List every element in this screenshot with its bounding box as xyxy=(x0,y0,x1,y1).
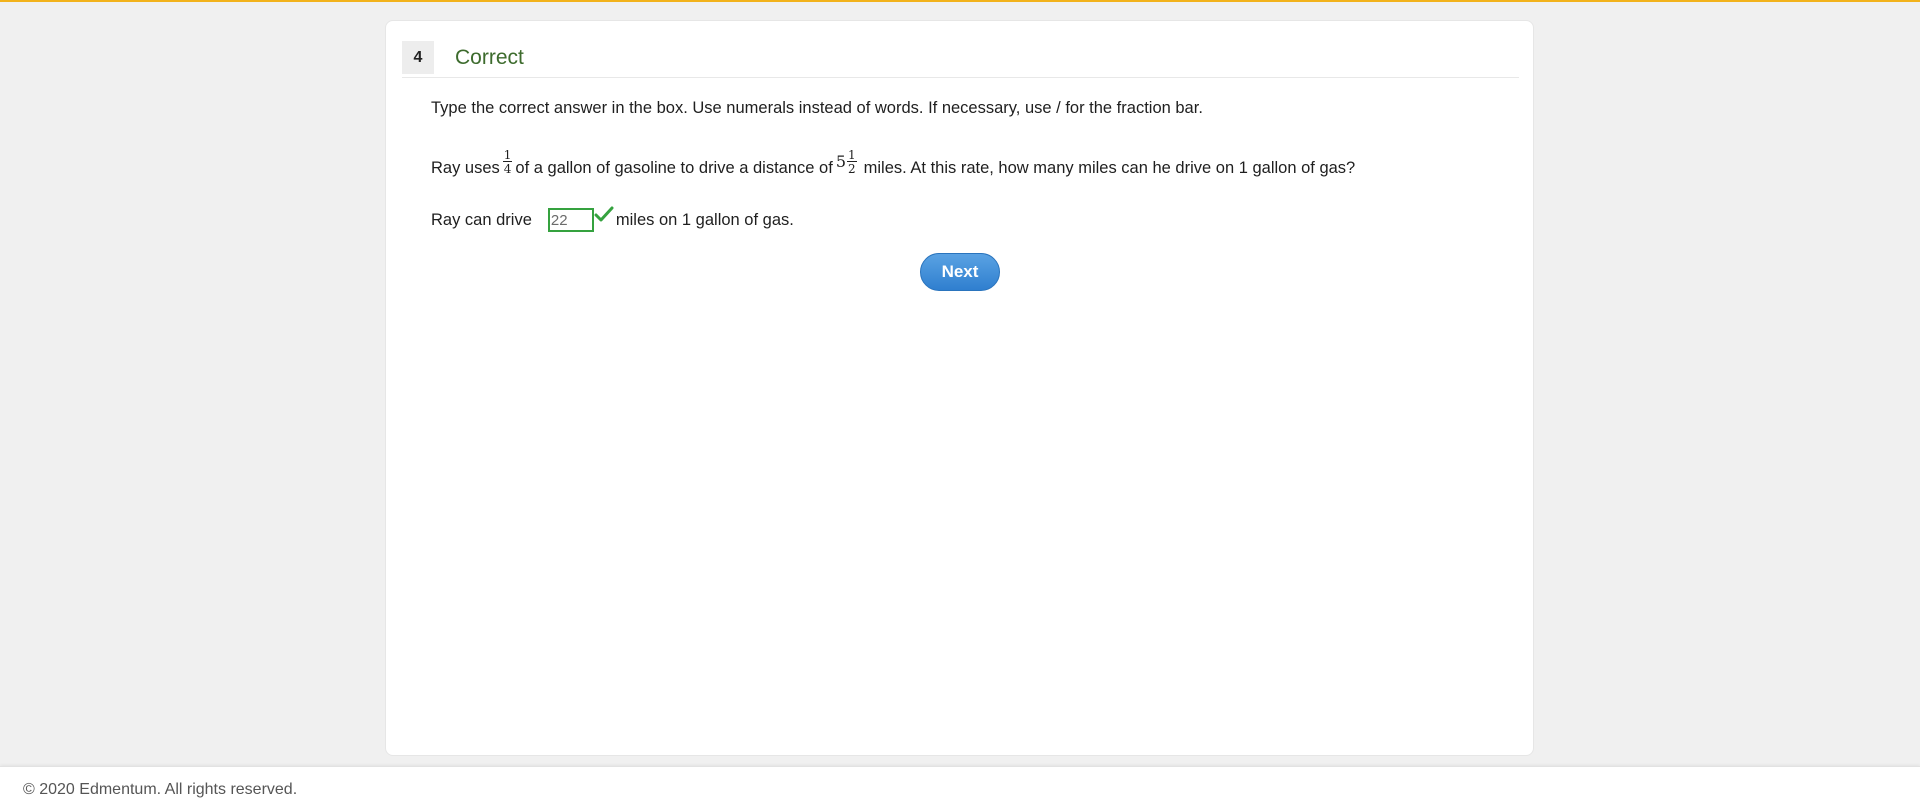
problem-text-part3: miles. At this rate, how many miles can … xyxy=(863,159,1356,177)
footer-copyright: © 2020 Edmentum. All rights reserved. xyxy=(23,781,298,798)
question-status: Correct xyxy=(455,46,524,69)
fraction-numerator: 1 xyxy=(502,148,513,162)
mixed-whole: 5 xyxy=(835,152,846,171)
question-instructions: Type the correct answer in the box. Use … xyxy=(431,99,1203,117)
fraction-one-quarter: 1 4 xyxy=(502,148,513,176)
footer: © 2020 Edmentum. All rights reserved. xyxy=(0,766,1920,812)
answer-suffix: miles on 1 gallon of gas. xyxy=(615,211,794,229)
problem-statement: Ray uses 1 4 of a gallon of gasoline to … xyxy=(431,139,1355,179)
problem-text-part1: Ray uses xyxy=(431,159,500,177)
question-number: 4 xyxy=(402,41,434,74)
mixed-number: 5 1 2 xyxy=(833,149,860,179)
fraction-denominator: 4 xyxy=(503,162,512,176)
problem-text-part2: of a gallon of gasoline to drive a dista… xyxy=(515,159,833,177)
answer-input[interactable] xyxy=(547,208,594,232)
question-header: 4 Correct xyxy=(402,41,1519,78)
answer-line: Ray can drive miles on 1 gallon of gas. xyxy=(431,206,794,232)
mixed-numerator: 1 xyxy=(847,148,857,162)
answer-prefix: Ray can drive xyxy=(431,211,532,229)
mixed-fraction: 1 2 xyxy=(847,149,857,175)
question-card: 4 Correct Type the correct answer in the… xyxy=(385,20,1534,756)
mixed-denominator: 2 xyxy=(848,162,856,176)
top-accent-bar xyxy=(0,0,1920,2)
next-button[interactable]: Next xyxy=(920,253,1000,291)
check-icon xyxy=(594,206,614,222)
